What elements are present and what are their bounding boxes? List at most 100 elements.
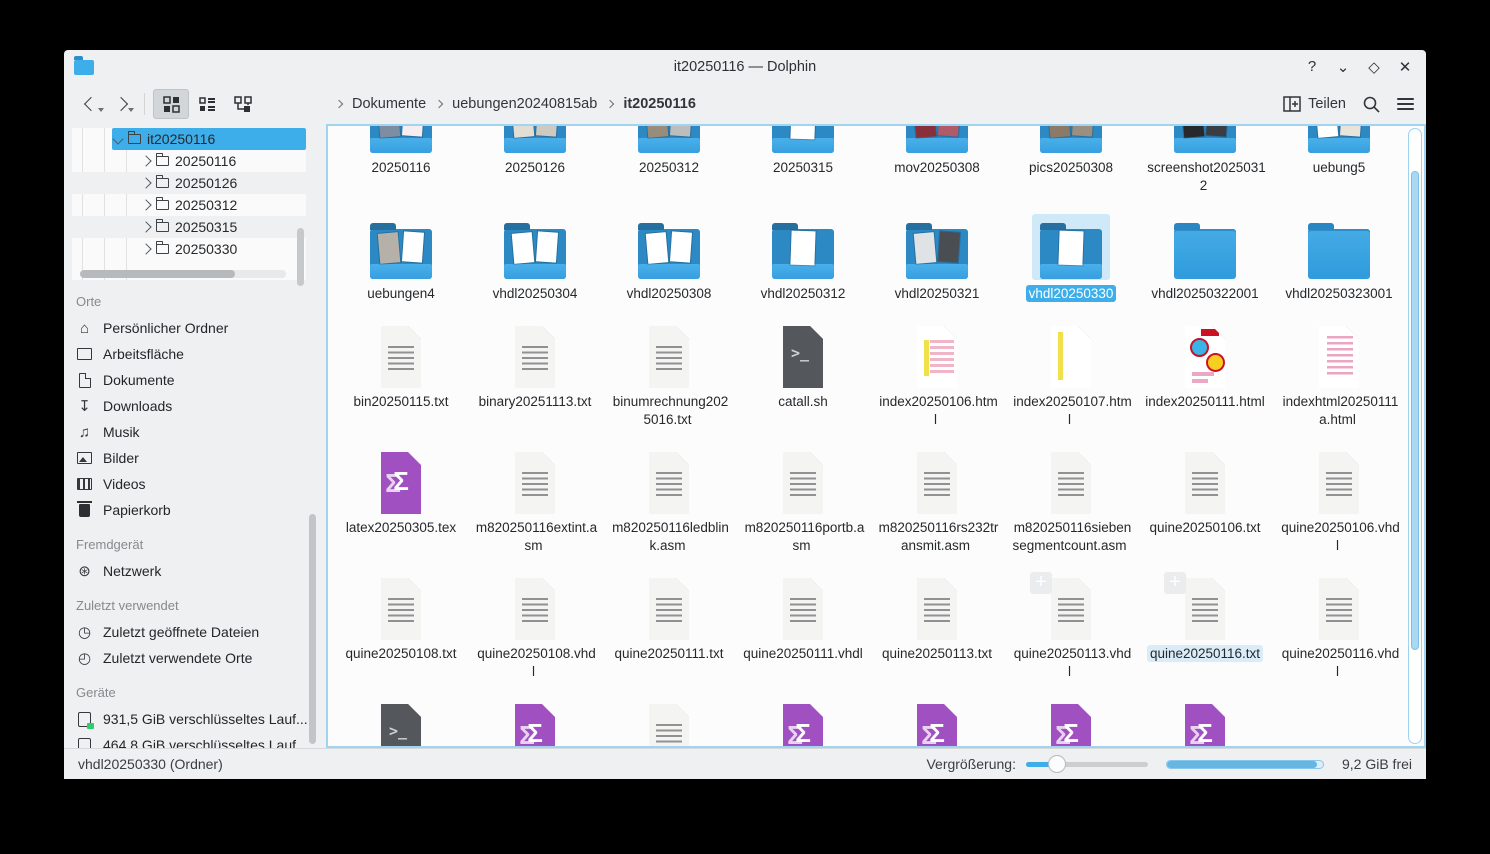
file-item[interactable]: vhdl20250322001 (1138, 208, 1272, 303)
tree-horizontal-scrollbar[interactable] (80, 270, 286, 278)
minimize-button[interactable]: ⌄ (1332, 58, 1354, 76)
chevron-right-icon[interactable] (140, 155, 151, 166)
file-item[interactable]: t.tex (468, 694, 602, 748)
titlebar[interactable]: it20250116 — Dolphin ? ⌄ ◇ ✕ (64, 50, 1426, 84)
sidebar-item-zuletzt-verwendete-orte[interactable]: ◴Zuletzt verwendete Orte (72, 645, 320, 671)
file-item[interactable]: vhdl20250323001 (1272, 208, 1406, 303)
view-scrollbar[interactable] (1408, 128, 1422, 744)
file-item[interactable]: quine20250111.vhdl (736, 568, 870, 681)
back-button[interactable] (76, 90, 106, 118)
file-item[interactable]: m820250116rs232transmit.asm (870, 442, 1004, 555)
file-item[interactable]: uebung5.tex (736, 694, 870, 748)
file-item[interactable]: 20250126 (468, 126, 602, 195)
file-item[interactable]: uebungen4c.tex (1138, 694, 1272, 748)
zoom-slider[interactable] (1026, 755, 1148, 773)
select-toggle-icon[interactable]: + (1030, 572, 1052, 594)
view-icons-button[interactable] (153, 89, 189, 119)
file-item[interactable]: quine20250111.txt (602, 568, 736, 681)
file-item[interactable]: mov20250308 (870, 126, 1004, 195)
file-item[interactable]: vhdl20250308 (602, 208, 736, 303)
folder-icon (156, 156, 169, 166)
breadcrumb-item[interactable]: Dokumente (352, 96, 426, 112)
help-button[interactable]: ? (1301, 58, 1323, 76)
file-item[interactable]: quine20250106.txt (1138, 442, 1272, 555)
file-item[interactable]: index20250107.html (1004, 316, 1138, 429)
chevron-right-icon[interactable] (140, 177, 151, 188)
file-item[interactable]: indexhtml20250111a.html (1272, 316, 1406, 429)
file-item[interactable]: uebungen4.tex (870, 694, 1004, 748)
breadcrumb-item[interactable]: uebungen20240815ab (452, 96, 597, 112)
file-item[interactable]: uebungen4b.tex (1004, 694, 1138, 748)
file-item[interactable]: binumrechnung2025016.txt (602, 316, 736, 429)
file-item[interactable]: +quine20250113.vhdl (1004, 568, 1138, 681)
tree-item[interactable]: 20250330 (72, 238, 306, 260)
menu-button[interactable] (1397, 98, 1414, 110)
file-view[interactable]: 20250116202501262025031220250315mov20250… (326, 124, 1426, 748)
tree-item[interactable]: 20250315 (72, 216, 306, 238)
file-item[interactable]: screenshot20250312 (1138, 126, 1272, 195)
forward-button[interactable] (106, 90, 136, 118)
search-icon[interactable] (1362, 95, 1381, 114)
scrollbar-handle[interactable] (1411, 171, 1419, 650)
tree-item[interactable]: 20250126 (72, 172, 306, 194)
file-item[interactable]: index20250106.html (870, 316, 1004, 429)
file-item[interactable]: m820250116ledblink.asm (602, 442, 736, 555)
file-item[interactable]: sed.sh (334, 694, 468, 748)
sidebar-item-videos[interactable]: Videos (72, 471, 320, 497)
text-file-icon (373, 578, 429, 640)
file-item[interactable]: test.txt (602, 694, 736, 748)
file-item[interactable]: quine20250108.vhdl (468, 568, 602, 681)
file-item[interactable]: binary20251113.txt (468, 316, 602, 429)
file-item[interactable]: 20250116 (334, 126, 468, 195)
file-item[interactable]: +quine20250116.txt (1138, 568, 1272, 681)
zoom-slider-knob[interactable] (1048, 755, 1066, 773)
file-item[interactable]: 20250312 (602, 126, 736, 195)
file-label: vhdl20250312 (740, 285, 866, 303)
file-item[interactable]: m820250116siebensegmentcount.asm (1004, 442, 1138, 555)
sidebar-item-464-8-gib-verschl-sseltes-la[interactable]: 464,8 GiB verschlüsseltes Lauf... (72, 732, 320, 748)
file-item[interactable]: vhdl20250312 (736, 208, 870, 303)
file-item[interactable]: quine20250106.vhdl (1272, 442, 1406, 555)
file-item[interactable]: m820250116extint.asm (468, 442, 602, 555)
sidebar-scrollbar[interactable] (309, 514, 316, 744)
sidebar-item-papierkorb[interactable]: Papierkorb (72, 497, 320, 523)
sidebar-item-pers-nlicher-ordner[interactable]: ⌂Persönlicher Ordner (72, 315, 320, 341)
tree-item[interactable]: it20250116 (72, 128, 306, 150)
sidebar-item-arbeitsfl-che[interactable]: Arbeitsfläche (72, 341, 320, 367)
tree-item[interactable]: 20250312 (72, 194, 306, 216)
file-item[interactable]: index20250111.html (1138, 316, 1272, 429)
chevron-right-icon[interactable] (140, 199, 151, 210)
file-item[interactable]: quine20250108.txt (334, 568, 468, 681)
chevron-right-icon[interactable] (140, 243, 151, 254)
view-details-button[interactable] (189, 89, 225, 119)
file-item[interactable]: pics20250308 (1004, 126, 1138, 195)
sidebar-item-bilder[interactable]: Bilder (72, 445, 320, 471)
select-toggle-icon[interactable]: + (1164, 572, 1186, 594)
maximize-button[interactable]: ◇ (1363, 58, 1385, 76)
sidebar-item-zuletzt-ge-ffnete-dateien[interactable]: ◷Zuletzt geöffnete Dateien (72, 619, 320, 645)
file-item[interactable]: vhdl20250330 (1004, 208, 1138, 303)
sidebar-item-931-5-gib-verschl-sseltes-la[interactable]: 931,5 GiB verschlüsseltes Lauf... (72, 706, 320, 732)
file-item[interactable]: quine20250116.vhdl (1272, 568, 1406, 681)
file-item[interactable]: 20250315 (736, 126, 870, 195)
file-item[interactable]: bin20250115.txt (334, 316, 468, 429)
file-item[interactable]: m820250116portb.asm (736, 442, 870, 555)
view-tree-button[interactable] (225, 89, 261, 119)
file-item[interactable]: uebungen4 (334, 208, 468, 303)
chevron-right-icon[interactable] (140, 221, 151, 232)
share-button[interactable]: Teilen (1283, 96, 1346, 112)
file-item[interactable]: quine20250113.txt (870, 568, 1004, 681)
sidebar-item-netzwerk[interactable]: ⊛Netzwerk (72, 558, 320, 584)
file-item[interactable]: uebung5 (1272, 126, 1406, 195)
breadcrumb-item[interactable]: it20250116 (623, 96, 696, 112)
sidebar-item-musik[interactable]: ♫Musik (72, 419, 320, 445)
file-item[interactable]: latex20250305.tex (334, 442, 468, 555)
sidebar-item-downloads[interactable]: ↧Downloads (72, 393, 320, 419)
tree-item[interactable]: 20250116 (72, 150, 306, 172)
file-item[interactable]: catall.sh (736, 316, 870, 429)
tree-vertical-scrollbar[interactable] (297, 228, 304, 286)
file-item[interactable]: vhdl20250304 (468, 208, 602, 303)
sidebar-item-dokumente[interactable]: Dokumente (72, 367, 320, 393)
close-button[interactable]: ✕ (1394, 58, 1416, 76)
file-item[interactable]: vhdl20250321 (870, 208, 1004, 303)
